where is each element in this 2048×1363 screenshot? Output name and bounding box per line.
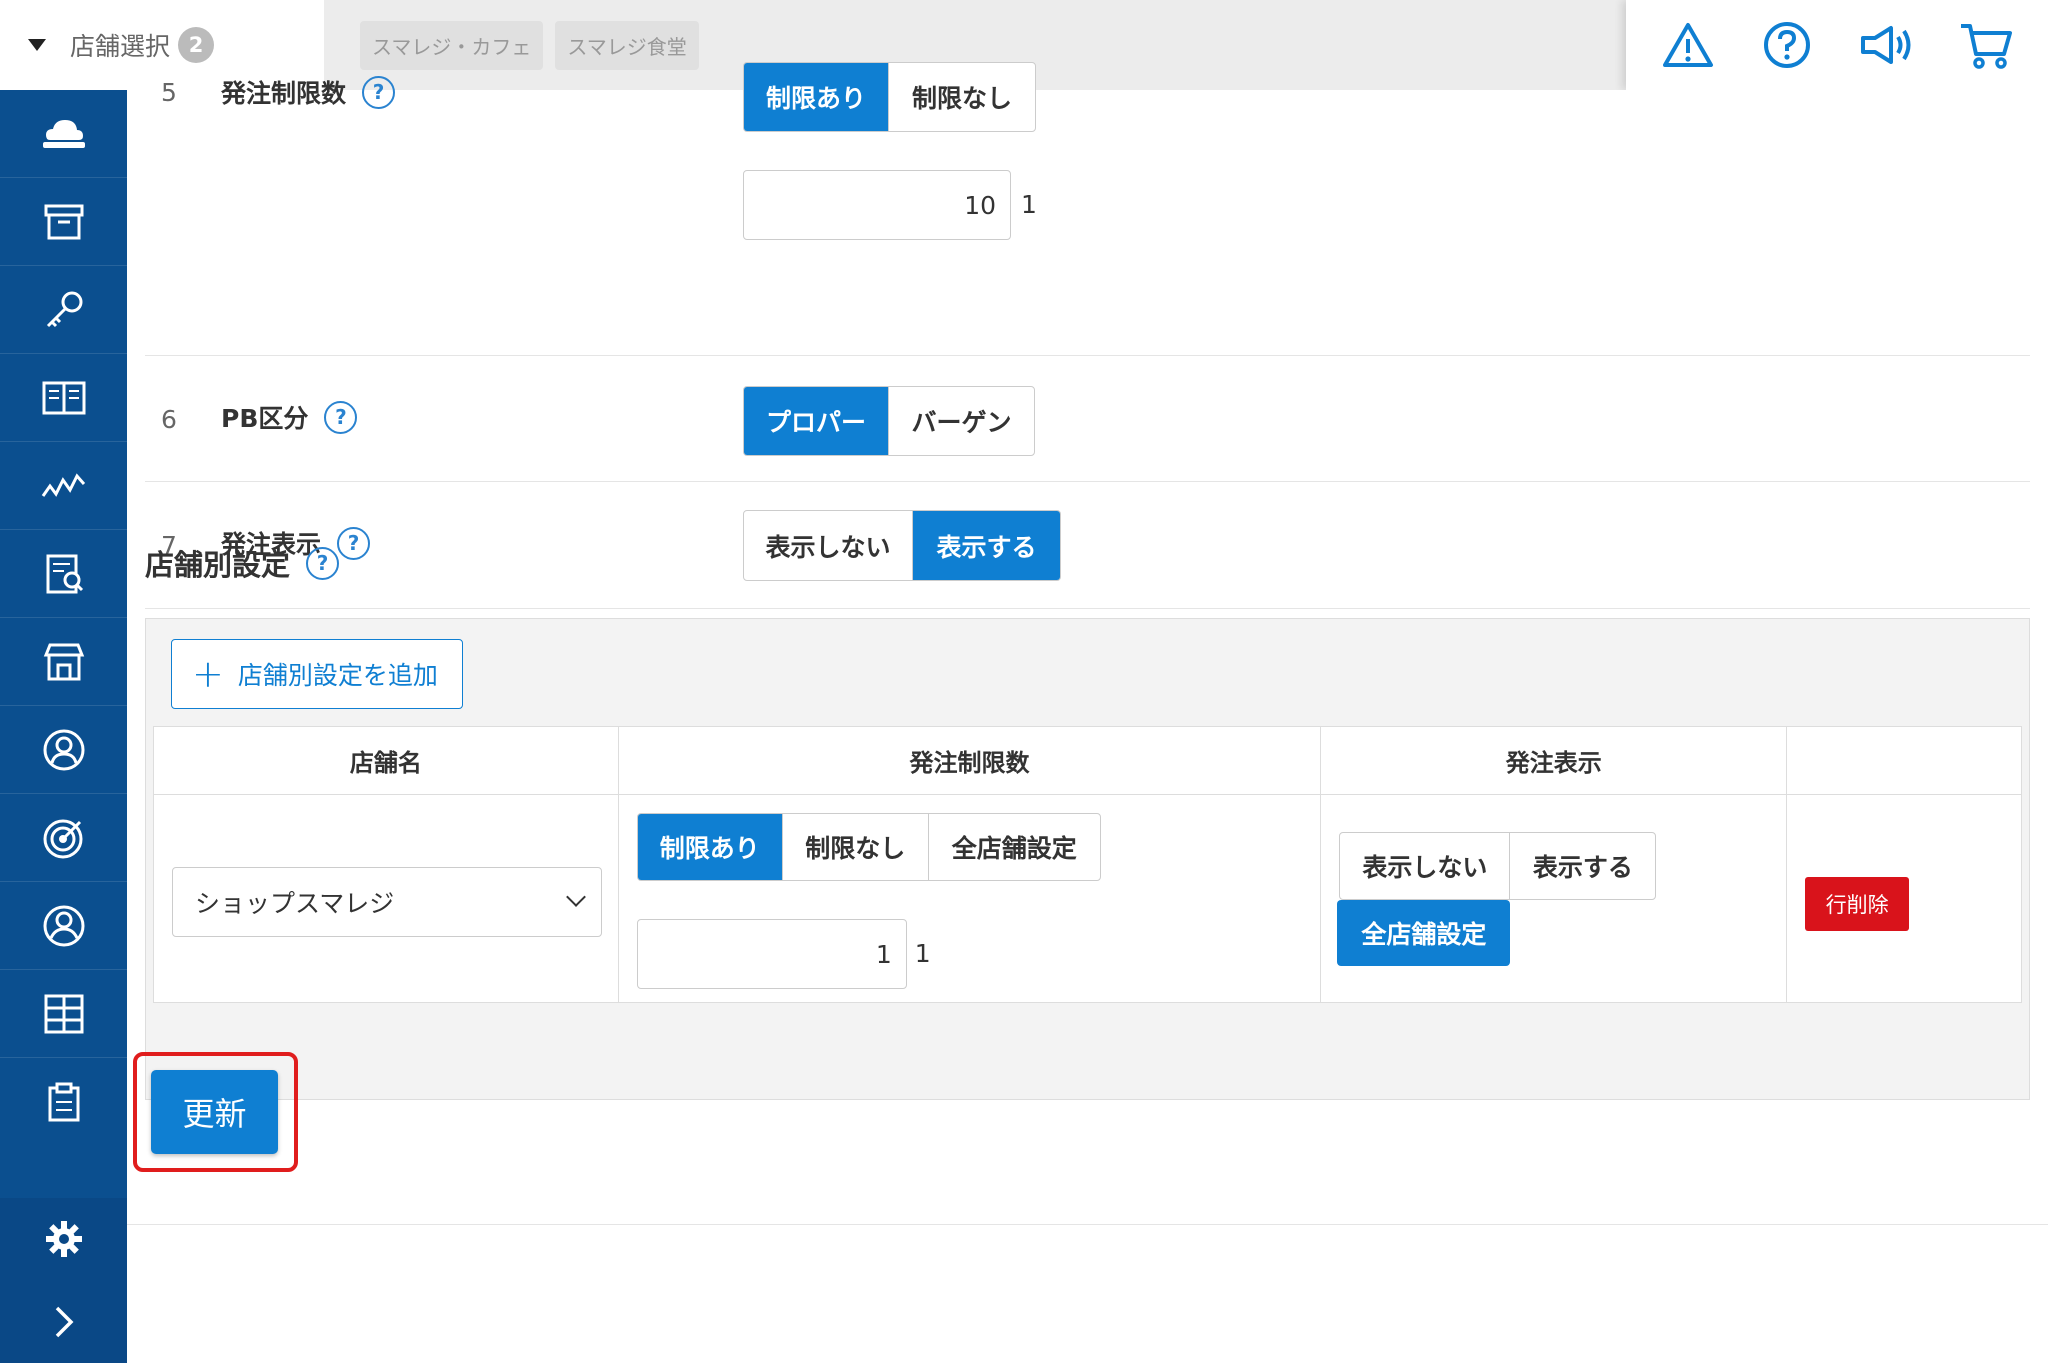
limit-all-stores-option[interactable]: 全店舗設定	[929, 814, 1100, 880]
limit-on-option[interactable]: 制限あり	[637, 814, 783, 880]
grid-icon[interactable]	[0, 970, 127, 1058]
order-display-toggle: 表示しない 表示する	[743, 510, 1061, 581]
row-label-text: PB区分	[221, 404, 309, 433]
add-store-setting-button[interactable]: + 店舗別設定を追加	[171, 639, 463, 709]
table-row: ショップスマレジ 制限あり 制限なし 全店舗設定 1 1 表示しない 表示する …	[153, 794, 2022, 1003]
sidebar-bottom	[0, 1198, 127, 1363]
help-icon[interactable]: ?	[337, 526, 371, 560]
divider	[127, 1224, 2048, 1225]
help-icon[interactable]: ?	[324, 400, 358, 434]
target-icon[interactable]	[0, 794, 127, 882]
store-name-cell: ショップスマレジ	[153, 794, 619, 1003]
user-circle-icon[interactable]	[0, 706, 127, 794]
store-select-value: ショップスマレジ	[195, 889, 395, 918]
order-limit-unit: 1	[1021, 190, 1037, 219]
order-limit-input[interactable]: 10	[743, 170, 1011, 240]
row-label: 発注制限数 ?	[221, 74, 396, 110]
report-icon[interactable]	[0, 530, 127, 618]
setting-row-6: 6 PB区分 ? プロパー バーゲン	[145, 356, 2030, 482]
display-all-stores-button[interactable]: 全店舗設定	[1337, 900, 1511, 966]
bargain-option[interactable]: バーゲン	[889, 387, 1034, 455]
chart-line-icon[interactable]	[0, 442, 127, 530]
book-icon[interactable]	[0, 354, 127, 442]
plus-icon: +	[192, 652, 224, 696]
col-actions	[1786, 726, 2022, 795]
row-label: PB区分 ?	[221, 399, 358, 435]
setting-row-5: 5 発注制限数 ? 制限あり 制限なし 10 1	[145, 0, 2030, 356]
hide-option[interactable]: 表示しない	[1340, 833, 1511, 899]
limit-off-option[interactable]: 制限なし	[783, 814, 929, 880]
order-display-cell: 表示しない 表示する 全店舗設定	[1320, 794, 1788, 1003]
archive-box-icon[interactable]	[0, 178, 127, 266]
store-select-dropdown[interactable]: ショップスマレジ	[172, 867, 602, 937]
cloud-icon[interactable]	[0, 90, 127, 178]
hide-option[interactable]: 表示しない	[744, 511, 913, 580]
show-option[interactable]: 表示する	[1510, 833, 1655, 899]
update-button[interactable]: 更新	[151, 1070, 278, 1154]
gear-icon[interactable]	[0, 1198, 127, 1280]
delete-row-button[interactable]: 行削除	[1805, 877, 1910, 931]
store-settings-table: 店舗名 発注制限数 発注表示 ショップスマレジ 制限あり 制限なし 全店舗設定 …	[153, 726, 2022, 1003]
section-title-text: 店舗別設定	[145, 548, 291, 582]
help-icon[interactable]: ?	[362, 75, 396, 109]
proper-option[interactable]: プロパー	[744, 387, 889, 455]
limit-on-option[interactable]: 制限あり	[744, 63, 889, 131]
store-icon[interactable]	[0, 618, 127, 706]
store-limit-toggle: 制限あり 制限なし 全店舗設定	[636, 813, 1101, 881]
actions-cell: 行削除	[1786, 794, 2022, 1003]
limit-off-option[interactable]: 制限なし	[889, 63, 1035, 131]
store-limit-unit: 1	[914, 939, 931, 968]
col-order-display: 発注表示	[1320, 726, 1788, 795]
row-number: 5	[161, 78, 177, 107]
customer-icon[interactable]	[0, 882, 127, 970]
pb-category-toggle: プロパー バーゲン	[743, 386, 1035, 456]
store-display-toggle: 表示しない 表示する	[1339, 832, 1657, 900]
order-limit-toggle: 制限あり 制限なし	[743, 62, 1036, 132]
order-limit-cell: 制限あり 制限なし 全店舗設定 1 1	[617, 794, 1322, 1003]
store-limit-input[interactable]: 1	[636, 919, 907, 989]
caret-down-icon	[28, 39, 46, 51]
main-content: 5 発注制限数 ? 制限あり 制限なし 10 1 6 PB区分 ? プロパー バ…	[127, 62, 2048, 1273]
row-label-text: 発注制限数	[221, 79, 347, 108]
add-store-setting-label: 店舗別設定を追加	[237, 661, 438, 690]
col-order-limit: 発注制限数	[617, 726, 1322, 795]
row-number: 6	[161, 405, 177, 434]
section-title: 店舗別設定 ?	[145, 542, 340, 584]
setting-row-7: 7 発注表示 ? 表示しない 表示する	[145, 482, 2030, 609]
chevron-down-icon	[566, 887, 586, 907]
chevron-right-icon[interactable]	[0, 1280, 127, 1363]
show-option[interactable]: 表示する	[913, 511, 1060, 580]
clipboard-icon[interactable]	[0, 1058, 127, 1146]
col-store-name: 店舗名	[153, 726, 619, 795]
key-icon[interactable]	[0, 266, 127, 354]
sidebar	[0, 90, 127, 1363]
help-icon[interactable]: ?	[306, 546, 340, 580]
